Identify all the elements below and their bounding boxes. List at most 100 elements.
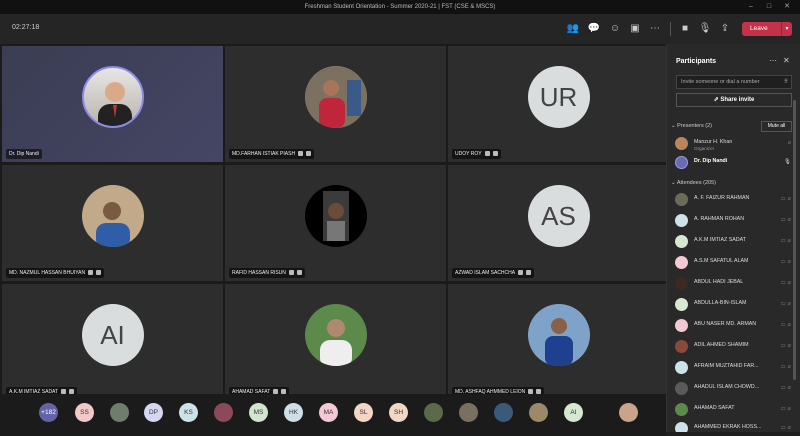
video-tile[interactable]: AI A.K.M IMTIAZ SADAT: [2, 284, 223, 400]
participant-row[interactable]: AHAMMED EKRAK HOSS... ▭⌀: [675, 420, 795, 432]
avatar: [675, 137, 688, 150]
tile-name-label: UDOY ROY: [452, 149, 501, 159]
more-icon[interactable]: ⋯: [647, 21, 663, 37]
panel-title: Participants: [676, 58, 717, 65]
participant-row[interactable]: ADIL AHMED SHAMIM ▭⌀: [675, 338, 795, 356]
avatar: [675, 214, 688, 227]
participant-photo: [527, 304, 590, 366]
camera-off-mic-off-icons: ▭⌀: [780, 425, 793, 431]
participant-chip[interactable]: SH: [389, 403, 408, 422]
participant-chip[interactable]: [459, 403, 478, 422]
participant-chip[interactable]: [529, 403, 548, 422]
avatar: [675, 340, 688, 353]
avatar: [675, 193, 688, 206]
more-icon[interactable]: ⋯: [769, 56, 777, 65]
participant-chip[interactable]: SS: [75, 403, 94, 422]
participant-chip[interactable]: HK: [284, 403, 303, 422]
participant-row[interactable]: Manzur H. Khan Organizer ⌀: [675, 135, 795, 153]
camera-off-mic-off-icons: ▭⌀: [780, 385, 793, 391]
video-stage: Dr. Dip Nandi MD.FARHAN ISTIAK PIASH UR …: [0, 44, 669, 436]
tile-name-label: Dr. Dip Nandi: [6, 149, 42, 159]
panel-scrollbar[interactable]: [793, 100, 796, 380]
dialpad-icon[interactable]: ⠿: [784, 76, 788, 88]
people-icon[interactable]: 👥: [565, 21, 581, 37]
camera-off-mic-off-icons: ▭⌀: [780, 364, 793, 370]
avatar: [675, 319, 688, 332]
participant-row[interactable]: AHAMAD SAFAT ▭⌀: [675, 401, 795, 419]
presenters-section-header[interactable]: ⌄ Presenters (2): [671, 123, 712, 129]
mic-icon[interactable]: 🎙: [697, 21, 713, 37]
reactions-icon[interactable]: ☺: [607, 21, 623, 37]
tile-name-label: MD.FARHAN ISTIAK PIASH: [229, 149, 315, 159]
video-tile[interactable]: MD. ASHFAQ AHMMED LEION: [448, 284, 669, 400]
participant-photo: [304, 304, 367, 366]
share-icon[interactable]: ⇪: [717, 21, 733, 37]
participant-row[interactable]: A.K.M IMTIAZ SADAT ▭⌀: [675, 233, 795, 251]
video-tile[interactable]: MD. NAZMUL HASSAN BHUIYAN: [2, 165, 223, 281]
close-window-icon[interactable]: ✕: [780, 0, 794, 14]
maximize-icon[interactable]: □: [762, 0, 776, 14]
avatar: [675, 361, 688, 374]
participant-row[interactable]: AHADUL ISLAM CHOWD... ▭⌀: [675, 380, 795, 398]
video-tile[interactable]: UR UDOY ROY: [448, 46, 669, 162]
participant-chip[interactable]: MS: [249, 403, 268, 422]
participant-chip[interactable]: [424, 403, 443, 422]
participant-chip[interactable]: KS: [179, 403, 198, 422]
participant-chip[interactable]: AI: [564, 403, 583, 422]
participant-row[interactable]: A.S.M SAFATUL ALAM ▭⌀: [675, 254, 795, 272]
video-tile[interactable]: Dr. Dip Nandi: [2, 46, 223, 162]
participant-initials-avatar: AS: [527, 185, 590, 247]
rooms-icon[interactable]: ▣: [627, 21, 643, 37]
camera-off-mic-off-icons: ▭⌀: [780, 238, 793, 244]
participant-row[interactable]: A. F. FAIZUR RAHMAN ▭⌀: [675, 191, 795, 209]
participant-chip[interactable]: SL: [354, 403, 373, 422]
camera-off-mic-off-icons: ▭⌀: [780, 322, 793, 328]
camera-off-mic-off-icons: ▭⌀: [780, 259, 793, 265]
video-tile[interactable]: MD.FARHAN ISTIAK PIASH: [225, 46, 446, 162]
participant-row[interactable]: A. RAHMAN ROHAN ▭⌀: [675, 212, 795, 230]
participant-row[interactable]: ABDUL HADI JEBAL ▭⌀: [675, 275, 795, 293]
participant-photo: [304, 185, 367, 247]
close-icon[interactable]: ✕: [783, 56, 790, 65]
chevron-down-icon[interactable]: ▾: [781, 22, 792, 36]
participant-row[interactable]: AFRAIM MUZTAHID FAR... ▭⌀: [675, 359, 795, 377]
camera-off-mic-off-icons: ▭⌀: [780, 343, 793, 349]
camera-off-mic-off-icons: ▭⌀: [780, 217, 793, 223]
video-tile[interactable]: AHAMAD SAFAT: [225, 284, 446, 400]
video-tile[interactable]: AS AZWAD ISLAM SACHCHA: [448, 165, 669, 281]
participant-row[interactable]: ABU NASER MD. ARMAN ▭⌀: [675, 317, 795, 335]
participant-photo: [81, 185, 144, 247]
invite-input[interactable]: Invite someone or dial a number ⠿: [676, 75, 792, 89]
chevron-down-icon: ⌄: [671, 123, 676, 129]
participant-chip[interactable]: [214, 403, 233, 422]
camera-off-mic-off-icons: ▭⌀: [780, 301, 793, 307]
participant-chip[interactable]: [619, 403, 638, 422]
avatar: [675, 277, 688, 290]
avatar: [675, 382, 688, 395]
participant-initials-avatar: AI: [81, 304, 144, 366]
chat-icon[interactable]: 💬: [586, 21, 602, 37]
mic-icon: 🎙: [784, 159, 793, 165]
overflow-count-chip[interactable]: +182: [39, 403, 58, 422]
attendees-section-header[interactable]: ⌄ Attendees (205): [671, 180, 716, 186]
participant-initials-avatar: UR: [527, 66, 590, 128]
video-tile[interactable]: RAFID HASSAN RISUN: [225, 165, 446, 281]
participant-chip[interactable]: [110, 403, 129, 422]
window-title: Freshman Student Orientation - Summer 20…: [304, 4, 496, 10]
leave-label: Leave: [750, 25, 768, 32]
participant-row[interactable]: Dr. Dip Nandi 🎙: [675, 154, 795, 172]
mute-all-button[interactable]: Mute all: [761, 121, 792, 132]
participant-chip[interactable]: MA: [319, 403, 338, 422]
tile-name-label: RAFID HASSAN RISUN: [229, 268, 305, 278]
participant-chip[interactable]: [494, 403, 513, 422]
camera-icon[interactable]: ■: [677, 21, 693, 37]
chevron-down-icon: ⌄: [671, 180, 676, 186]
leave-button[interactable]: Leave ▾: [742, 22, 792, 36]
participant-row[interactable]: ABDULLA-BIN-ISLAM ▭⌀: [675, 296, 795, 314]
avatar: [675, 256, 688, 269]
share-invite-button[interactable]: ⇗ Share invite: [676, 93, 792, 107]
minimize-icon[interactable]: –: [744, 0, 758, 14]
toolbar-divider: [670, 22, 671, 36]
avatar: [675, 235, 688, 248]
participant-chip[interactable]: DP: [144, 403, 163, 422]
